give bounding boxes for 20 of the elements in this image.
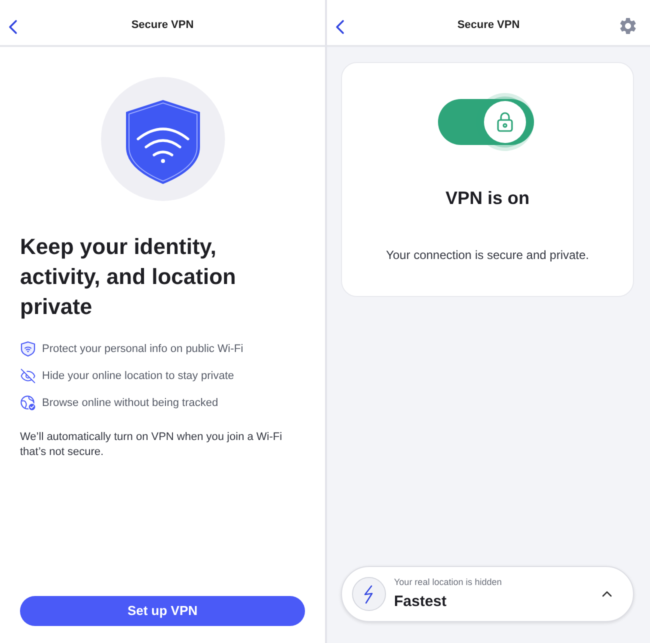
lightning-icon <box>352 577 386 611</box>
lock-icon <box>496 112 512 132</box>
screen-title: Secure VPN <box>457 18 520 34</box>
shield-wifi-icon <box>100 77 224 201</box>
auto-vpn-note: We’ll automatically turn on VPN when you join a Wi-Fi that’s not secure. <box>20 430 284 460</box>
setup-vpn-button[interactable]: Set up VPN <box>20 596 305 626</box>
server-name: Fastest <box>394 592 448 612</box>
shield-wifi-icon <box>20 341 36 357</box>
vpn-status: VPN is on <box>445 187 530 210</box>
setup-heading: Keep your identity, activity, and location private <box>20 233 237 321</box>
eye-slash-icon <box>20 368 36 384</box>
location-caption: Your real location is hidden <box>394 576 503 588</box>
feature-text: Hide your online location to stay private <box>42 368 234 384</box>
feature-text: Browse online without being tracked <box>42 396 218 411</box>
location-panel[interactable]: Your real location is hidden Fastest <box>341 566 634 622</box>
connection-message: Your connection is secure and private. <box>386 247 589 264</box>
globe-check-icon <box>20 395 36 411</box>
screen-title: Secure VPN <box>131 18 194 34</box>
feature-text: Protect your personal info on public Wi-Fi <box>42 342 244 357</box>
settings-icon[interactable] <box>618 16 638 36</box>
